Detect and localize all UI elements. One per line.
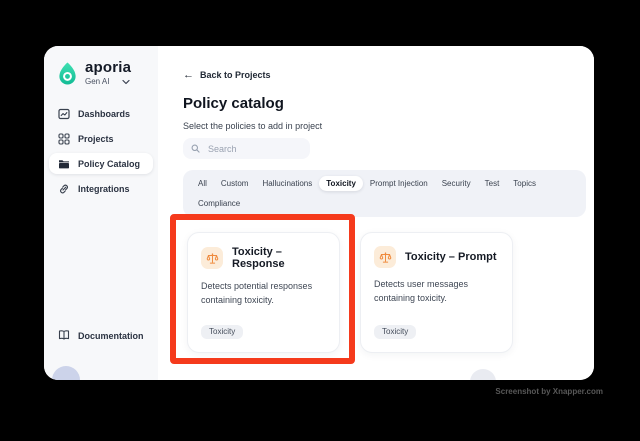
app-window: aporia Gen AI Dashboards Projects Policy… [44,46,594,380]
filter-tab[interactable]: Prompt Injection [363,176,435,191]
search-box[interactable] [183,138,310,160]
brand-block[interactable]: aporia Gen AI [44,46,158,87]
filter-tabs: All Custom Hallucinations Toxicity Promp… [183,170,586,218]
filter-tab[interactable]: Hallucinations [255,176,319,191]
avatar-peek[interactable] [52,366,80,380]
filter-tab[interactable]: All [191,176,214,191]
chevron-down-icon[interactable] [122,79,131,85]
scales-icon [201,247,223,270]
chat-bubble-peek[interactable] [470,369,496,380]
sidebar-item-documentation[interactable]: Documentation [49,326,144,346]
workspace-label: Gen AI [85,77,110,86]
back-arrow-icon: ← [183,69,194,81]
card-description: Detects potential responses containing t… [201,281,313,306]
card-title: Toxicity – Response [232,246,285,271]
sidebar-item-policy-catalog[interactable]: Policy Catalog [49,153,153,174]
filter-tab[interactable]: Compliance [191,196,247,211]
card-title: Toxicity – Prompt [405,251,497,264]
watermark-text: Screenshot by Xnapper.com [495,387,603,396]
sidebar-item-label: Policy Catalog [78,158,141,169]
sidebar-nav: Dashboards Projects Policy Catalog Integ… [44,103,158,199]
back-link-label: Back to Projects [200,70,271,80]
policy-card-toxicity-prompt[interactable]: Toxicity – Prompt Detects user messages … [360,232,513,354]
filter-tab[interactable]: Topics [506,176,543,191]
card-description: Detects user messages containing toxicit… [374,279,469,304]
link-icon [58,183,70,195]
brand-name: aporia [85,59,132,76]
folder-icon [58,158,70,170]
card-tag: Toxicity [201,325,244,340]
sidebar-item-projects[interactable]: Projects [49,128,153,149]
aporia-logo-icon [59,62,76,85]
filter-tab[interactable]: Custom [214,176,256,191]
sidebar-item-label: Dashboards [78,108,131,119]
page-subtitle: Select the policies to add in project [183,121,323,132]
main-content: ← Back to Projects Policy catalog Select… [158,46,594,380]
sidebar: aporia Gen AI Dashboards Projects Policy… [44,46,158,380]
book-icon [58,329,70,343]
grid-icon [58,132,70,145]
page-title: Policy catalog [183,95,284,112]
filter-tab[interactable]: Security [435,176,478,191]
back-to-projects-link[interactable]: ← Back to Projects [183,69,586,81]
policy-card-toxicity-response[interactable]: Toxicity – Response Detects potential re… [187,232,340,354]
policy-cards: Toxicity – Response Detects potential re… [187,232,586,354]
filter-tab[interactable]: Toxicity [319,176,363,192]
sidebar-item-label: Documentation [78,331,144,341]
dashboard-icon [58,108,70,120]
search-icon [191,144,200,153]
search-input[interactable] [206,142,302,155]
sidebar-item-dashboards[interactable]: Dashboards [49,103,153,124]
card-tag: Toxicity [374,325,417,340]
filter-tab[interactable]: Test [478,176,507,191]
sidebar-item-integrations[interactable]: Integrations [49,178,153,199]
scales-icon [374,246,396,269]
brand-text: aporia Gen AI [85,59,131,86]
sidebar-item-label: Integrations [78,183,130,194]
sidebar-item-label: Projects [78,133,114,144]
